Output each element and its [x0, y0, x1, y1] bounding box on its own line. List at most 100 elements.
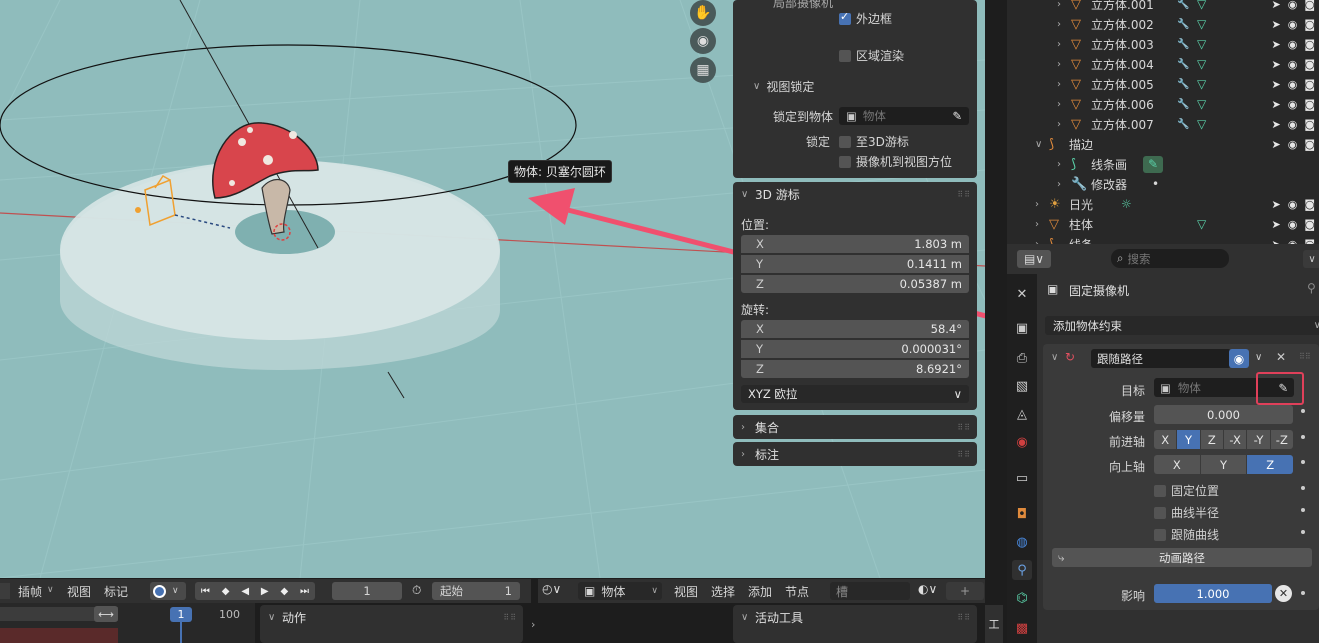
camera-icon[interactable]: ◉: [690, 28, 716, 54]
lock-cursor-checkbox[interactable]: [839, 135, 851, 148]
editor-type-button[interactable]: ▤∨: [1017, 250, 1051, 268]
outliner-row[interactable]: ›⟆线条➤◉◙: [1007, 234, 1319, 245]
eye-icon[interactable]: ◉: [1288, 98, 1298, 111]
grip-icon[interactable]: ⠿⠿: [957, 423, 971, 432]
camera-render-icon[interactable]: ◙: [1304, 38, 1315, 51]
select-icon[interactable]: ➤: [1271, 58, 1280, 71]
grid-icon[interactable]: ▦: [690, 57, 716, 83]
mesh-data-icon[interactable]: ▽: [1197, 17, 1206, 31]
light-data-icon[interactable]: ☼: [1121, 197, 1132, 211]
outliner-row[interactable]: › ▽ 立方体.002 🔧 ▽ ➤ ◉ ◙: [1007, 14, 1319, 34]
keyframe-dot[interactable]: [1301, 486, 1305, 490]
location-y-field[interactable]: Y 0.1411 m: [741, 255, 969, 273]
chevron-right-icon[interactable]: ›: [1057, 0, 1061, 10]
output-tab-icon[interactable]: ⎙: [1012, 348, 1032, 368]
fixed-position-checkbox[interactable]: [1154, 484, 1166, 497]
camera-render-icon[interactable]: ◙: [1304, 118, 1315, 131]
chevron-right-icon[interactable]: ›: [1057, 99, 1061, 110]
chevron-right-icon[interactable]: ›: [1035, 199, 1039, 210]
eye-icon[interactable]: ◉: [1288, 118, 1298, 131]
chevron-down-icon[interactable]: ∨: [753, 81, 760, 92]
chevron-right-icon[interactable]: ›: [1035, 219, 1039, 230]
up-axis-y[interactable]: Y: [1200, 455, 1247, 474]
modifier-icon[interactable]: 🔧: [1177, 59, 1189, 70]
chevron-right-icon[interactable]: ›: [1057, 119, 1061, 130]
modifier-icon[interactable]: 🔧: [1177, 119, 1189, 130]
constraint-tab-icon[interactable]: ⚲: [1012, 560, 1032, 580]
view-menu[interactable]: 视图: [67, 583, 91, 600]
chevron-right-icon[interactable]: ›: [1057, 159, 1061, 170]
keyframe-dot[interactable]: [1301, 530, 1305, 534]
add-constraint-dropdown[interactable]: 添加物体约束 ∨: [1045, 316, 1319, 335]
keyframe-dot[interactable]: [1301, 409, 1305, 413]
location-x-field[interactable]: X 1.803 m: [741, 235, 969, 253]
outliner-row[interactable]: › ▽ 立方体.007 🔧 ▽ ➤ ◉ ◙: [1007, 114, 1319, 134]
constraint-name-field[interactable]: 跟随路径: [1091, 349, 1231, 368]
forward-axis-neg-z[interactable]: -Z: [1270, 430, 1293, 449]
lineart-icon[interactable]: ✎: [1143, 155, 1163, 173]
chevron-down-icon[interactable]: ∨: [1051, 352, 1058, 363]
animate-path-button[interactable]: ⤷ 动画路径: [1052, 548, 1312, 567]
chevron-right-icon[interactable]: ›: [1057, 59, 1061, 70]
chevron-right-icon[interactable]: ›: [1057, 179, 1061, 190]
location-z-field[interactable]: Z 0.05387 m: [741, 275, 969, 293]
select-icon[interactable]: ➤: [1271, 38, 1280, 51]
eye-icon[interactable]: ◉: [1288, 0, 1298, 11]
keyframe-dot[interactable]: [1301, 460, 1305, 464]
physics-tab-icon[interactable]: ◍: [1012, 532, 1032, 552]
grip-icon[interactable]: ⠿⠿: [957, 613, 971, 622]
modifier-icon[interactable]: 🔧: [1177, 19, 1189, 30]
rotation-mode-dropdown[interactable]: XYZ 欧拉 ∨: [741, 385, 969, 403]
eye-icon[interactable]: ◉: [1288, 58, 1298, 71]
camera-render-icon[interactable]: ◙: [1304, 98, 1315, 111]
outliner-row[interactable]: › ▽ 立方体.004 🔧 ▽ ➤ ◉ ◙: [1007, 54, 1319, 74]
hand-icon[interactable]: ✋: [690, 0, 716, 26]
collection-tab-icon[interactable]: ▭: [1012, 468, 1032, 488]
select-icon[interactable]: ➤: [1271, 118, 1280, 131]
camera-render-icon[interactable]: ◙: [1304, 58, 1315, 71]
view-menu[interactable]: 视图: [674, 583, 698, 600]
mesh-data-icon[interactable]: ▽: [1197, 97, 1206, 111]
up-axis-z[interactable]: Z: [1247, 455, 1293, 474]
stopwatch-icon[interactable]: ⏱: [412, 583, 421, 598]
keyframe-dot[interactable]: [1301, 591, 1305, 595]
camera-render-icon[interactable]: ◙: [1304, 138, 1315, 151]
eye-icon[interactable]: ◉: [1288, 218, 1298, 231]
world-tab-icon[interactable]: ◉: [1012, 432, 1032, 452]
material-tab-icon[interactable]: ▩: [1012, 618, 1032, 638]
outer-frame-checkbox[interactable]: [839, 10, 851, 25]
outliner-row[interactable]: › ▽ 立方体.003 🔧 ▽ ➤ ◉ ◙: [1007, 34, 1319, 54]
grip-icon[interactable]: ⠿⠿: [503, 613, 517, 622]
eye-icon[interactable]: ◉: [1288, 198, 1298, 211]
grip-icon[interactable]: ⠿⠿: [957, 190, 971, 199]
chevron-down-icon[interactable]: ∨: [1035, 139, 1042, 150]
close-icon[interactable]: ✕: [1276, 350, 1286, 364]
mesh-data-icon[interactable]: ▽: [1197, 77, 1206, 91]
chevron-down-icon[interactable]: ∨: [1255, 352, 1262, 363]
cursor-panel-header[interactable]: ∨ 3D 游标 ⠿⠿: [733, 182, 977, 206]
select-icon[interactable]: ➤: [1271, 18, 1280, 31]
modifier-icon[interactable]: 🔧: [1177, 99, 1189, 110]
modifier-icon[interactable]: 🔧: [1177, 79, 1189, 90]
select-icon[interactable]: ➤: [1271, 198, 1280, 211]
mesh-data-icon[interactable]: ▽: [1197, 117, 1206, 131]
marker-menu[interactable]: 标记: [104, 583, 128, 600]
scroll-resize-icon[interactable]: ⟷: [94, 606, 118, 622]
scene-tab-icon[interactable]: ◬: [1012, 404, 1032, 424]
camera-render-icon[interactable]: ◙: [1304, 78, 1315, 91]
panel-toggle-icon[interactable]: ›: [531, 618, 535, 631]
jump-end-icon[interactable]: ⏭: [300, 586, 309, 597]
chevron-right-icon[interactable]: ›: [1057, 79, 1061, 90]
forward-axis-neg-x[interactable]: -X: [1224, 430, 1247, 449]
add-menu[interactable]: 添加: [748, 583, 772, 600]
outliner-row[interactable]: › ☀ 日光 ☼ ➤ ◉ ◙: [1007, 194, 1319, 214]
chevron-right-icon[interactable]: ›: [1057, 39, 1061, 50]
keyframe-dot[interactable]: [1301, 508, 1305, 512]
current-frame-field[interactable]: 1: [332, 582, 402, 600]
grip-icon[interactable]: ⠿⠿: [1299, 352, 1311, 361]
modifier-icon[interactable]: 🔧: [1177, 0, 1189, 10]
annotation-panel[interactable]: › 标注 ⠿⠿: [733, 442, 977, 466]
up-axis-x[interactable]: X: [1154, 455, 1200, 474]
select-icon[interactable]: ➤: [1271, 0, 1280, 11]
play-reverse-icon[interactable]: ◀: [241, 586, 249, 597]
